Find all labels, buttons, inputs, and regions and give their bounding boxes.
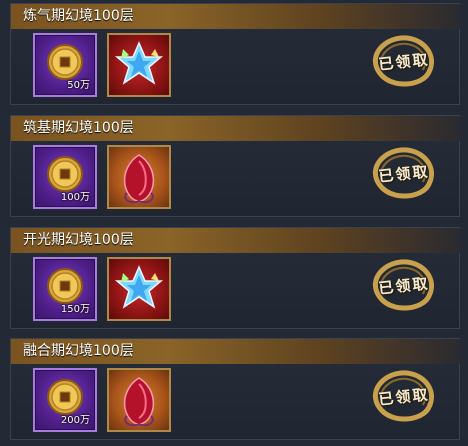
reward-card: 筑基期幻境100层 100万 已领取 xyxy=(10,115,460,217)
crystal-star-icon xyxy=(114,265,164,309)
coin-quantity: 50万 xyxy=(67,80,90,91)
card-title: 炼气期幻境100层 xyxy=(23,8,134,24)
reward-card: 融合期幻境100层 200万 已领取 xyxy=(10,338,460,440)
card-header: 筑基期幻境100层 xyxy=(11,116,460,141)
coin-quantity: 200万 xyxy=(60,415,90,426)
reward-card: 开光期幻境100层 150万 已领取 xyxy=(10,227,460,329)
card-title: 筑基期幻境100层 xyxy=(23,120,134,136)
gem-reward-slot[interactable] xyxy=(107,145,171,209)
claimed-button[interactable]: 已领取 xyxy=(363,144,441,206)
ruby-gem-icon xyxy=(123,377,155,427)
gem-reward-slot[interactable] xyxy=(107,368,171,432)
coin-reward-slot[interactable]: 150万 xyxy=(33,257,97,321)
card-title: 开光期幻境100层 xyxy=(23,232,134,248)
claimed-button[interactable]: 已领取 xyxy=(363,367,441,429)
crystal-star-icon xyxy=(114,41,164,85)
card-header: 炼气期幻境100层 xyxy=(11,4,460,29)
ruby-gem-icon xyxy=(123,154,155,204)
coin-quantity: 150万 xyxy=(60,304,90,315)
reward-list: 炼气期幻境100层 50万 已领取 筑基期幻境100层 100万 已领取 开光期… xyxy=(0,0,468,446)
card-title: 融合期幻境100层 xyxy=(23,343,134,359)
reward-card: 炼气期幻境100层 50万 已领取 xyxy=(10,3,460,105)
gem-reward-slot[interactable] xyxy=(107,33,171,97)
coin-reward-slot[interactable]: 200万 xyxy=(33,368,97,432)
coin-quantity: 100万 xyxy=(60,192,90,203)
gem-reward-slot[interactable] xyxy=(107,257,171,321)
claimed-button[interactable]: 已领取 xyxy=(363,32,441,94)
card-header: 融合期幻境100层 xyxy=(11,339,460,364)
claimed-button[interactable]: 已领取 xyxy=(363,256,441,318)
card-header: 开光期幻境100层 xyxy=(11,228,460,253)
coin-reward-slot[interactable]: 100万 xyxy=(33,145,97,209)
coin-reward-slot[interactable]: 50万 xyxy=(33,33,97,97)
